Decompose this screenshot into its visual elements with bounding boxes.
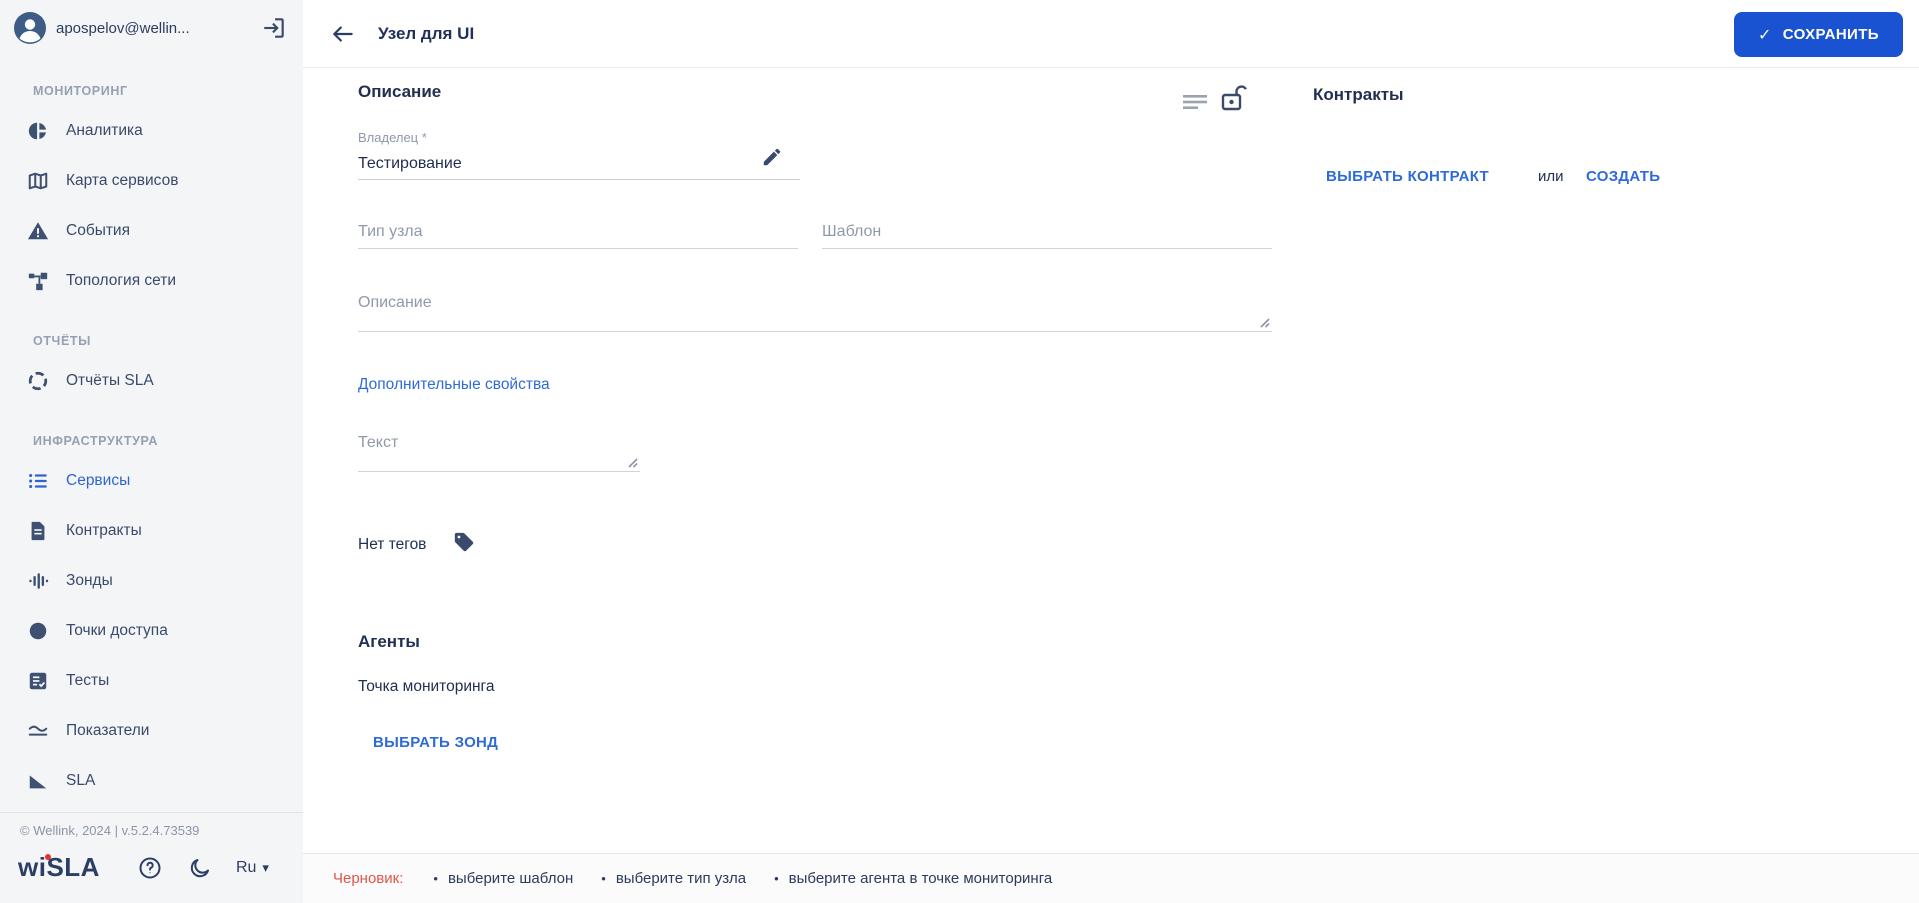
back-button[interactable] (330, 21, 356, 47)
template-input[interactable] (822, 216, 1272, 249)
page-header: Узел для UI ✓ СОХРАНИТЬ (303, 0, 1919, 68)
analytics-icon (26, 119, 50, 143)
services-icon (26, 469, 50, 493)
node-form: Описание Владелец * Дополнительные свойс… (303, 68, 1919, 853)
text-lines-toggle[interactable] (1181, 92, 1211, 112)
select-contract-button[interactable]: ВЫБРАТЬ КОНТРАКТ (1326, 168, 1489, 185)
sidebar-item-sla[interactable]: SLA (0, 756, 303, 806)
sidebar-item-service-map[interactable]: Карта сервисов (0, 156, 303, 206)
avatar (13, 11, 47, 45)
save-button-label: СОХРАНИТЬ (1782, 26, 1879, 43)
wisla-logo: wiSLA (18, 852, 100, 882)
copyright-version: © Wellink, 2024 | v.5.2.4.73539 (20, 823, 200, 838)
description-textarea[interactable] (358, 290, 1272, 332)
map-icon (26, 169, 50, 193)
bullet-icon: • (433, 871, 438, 886)
help-button[interactable] (138, 856, 162, 880)
draft-hint: выберите шаблон (447, 870, 574, 887)
sidebar-item-label: Топология сети (66, 272, 177, 289)
sidebar-item-label: Отчёты SLA (66, 372, 154, 389)
select-probe-button[interactable]: ВЫБРАТЬ ЗОНД (373, 734, 498, 751)
check-icon: ✓ (1757, 26, 1772, 44)
sidebar-item-label: Контракты (66, 522, 142, 539)
logo-dot (45, 854, 51, 860)
contracts-section-title: Контракты (1313, 85, 1404, 104)
sidebar-item-analytics[interactable]: Аналитика (0, 106, 303, 156)
draft-hint: выберите агента в точке мониторинга (788, 870, 1053, 887)
sidebar-item-tests[interactable]: Тесты (0, 656, 303, 706)
sidebar-collapse-button[interactable] (259, 13, 289, 43)
draft-status-bar: Черновик: • выберите шаблон • выберите т… (303, 853, 1919, 903)
owner-input[interactable] (358, 148, 800, 180)
draft-hint: выберите тип узла (615, 870, 747, 887)
language-label: Ru (235, 858, 257, 876)
sidebar-item-label: Зонды (66, 572, 113, 589)
access-points-icon (26, 619, 50, 643)
bullet-icon: • (774, 871, 779, 886)
agents-section-title: Агенты (358, 632, 420, 651)
sidebar-nav: МОНИТОРИНГ Аналитика Карта сервисов Собы… (0, 56, 303, 812)
sidebar-item-label: События (66, 222, 130, 239)
or-label: или (1538, 168, 1564, 185)
sidebar-item-label: Аналитика (66, 122, 143, 139)
sidebar-item-events[interactable]: События (0, 206, 303, 256)
topology-icon (26, 269, 50, 293)
sidebar-item-label: Показатели (66, 722, 150, 739)
sidebar-item-label: Сервисы (66, 472, 131, 489)
sidebar-item-label: Карта сервисов (66, 172, 179, 189)
edit-pencil-icon[interactable] (761, 146, 783, 168)
additional-properties-link[interactable]: Дополнительные свойства (358, 376, 550, 394)
sla-reports-icon (26, 369, 50, 393)
sidebar-item-label: Точки доступа (66, 622, 168, 639)
language-selector[interactable]: Ru ▾ (236, 859, 269, 877)
main-area: Узел для UI ✓ СОХРАНИТЬ Описание Владеле… (303, 0, 1919, 903)
app: apospelov@wellin... МОНИТОРИНГ Аналитика… (0, 0, 1919, 903)
sidebar-item-label: SLA (66, 772, 96, 789)
user-email: apospelov@wellin... (56, 19, 190, 37)
chevron-down-icon: ▾ (262, 859, 269, 875)
sidebar-item-topology[interactable]: Топология сети (0, 256, 303, 306)
text-textarea[interactable] (358, 430, 640, 472)
sidebar-item-services[interactable]: Сервисы (0, 456, 303, 506)
user-menu[interactable]: apospelov@wellin... (0, 0, 303, 56)
bullet-icon: • (601, 871, 606, 886)
tag-icon[interactable] (453, 531, 475, 553)
sidebar: apospelov@wellin... МОНИТОРИНГ Аналитика… (0, 0, 303, 903)
warning-icon (26, 219, 50, 243)
probes-icon (26, 569, 50, 593)
create-contract-button[interactable]: СОЗДАТЬ (1586, 168, 1660, 185)
node-type-input[interactable] (358, 216, 798, 249)
unlock-icon[interactable] (1219, 83, 1249, 117)
nav-section-infrastructure: ИНФРАСТРУКТУРА (33, 434, 158, 448)
sidebar-footer: © Wellink, 2024 | v.5.2.4.73539 wiSLA Ru… (0, 812, 303, 903)
sidebar-item-contracts[interactable]: Контракты (0, 506, 303, 556)
contracts-icon (26, 519, 50, 543)
sla-icon (26, 769, 50, 793)
sidebar-item-sla-reports[interactable]: Отчёты SLA (0, 356, 303, 406)
no-tags-label: Нет тегов (358, 536, 427, 553)
dark-mode-toggle[interactable] (188, 856, 212, 880)
tests-icon (26, 669, 50, 693)
sidebar-item-label: Тесты (66, 672, 110, 689)
metrics-icon (26, 719, 50, 743)
sidebar-item-probes[interactable]: Зонды (0, 556, 303, 606)
page-title: Узел для UI (378, 23, 475, 43)
sidebar-item-metrics[interactable]: Показатели (0, 706, 303, 756)
monitoring-point-label: Точка мониторинга (358, 678, 495, 695)
sidebar-item-access-points[interactable]: Точки доступа (0, 606, 303, 656)
owner-field-label: Владелец * (358, 130, 427, 145)
nav-section-reports: ОТЧЁТЫ (33, 334, 91, 348)
nav-section-monitoring: МОНИТОРИНГ (33, 84, 128, 98)
description-section-title: Описание (358, 82, 442, 101)
draft-status-label: Черновик: (333, 870, 404, 887)
save-button[interactable]: ✓ СОХРАНИТЬ (1733, 12, 1903, 57)
